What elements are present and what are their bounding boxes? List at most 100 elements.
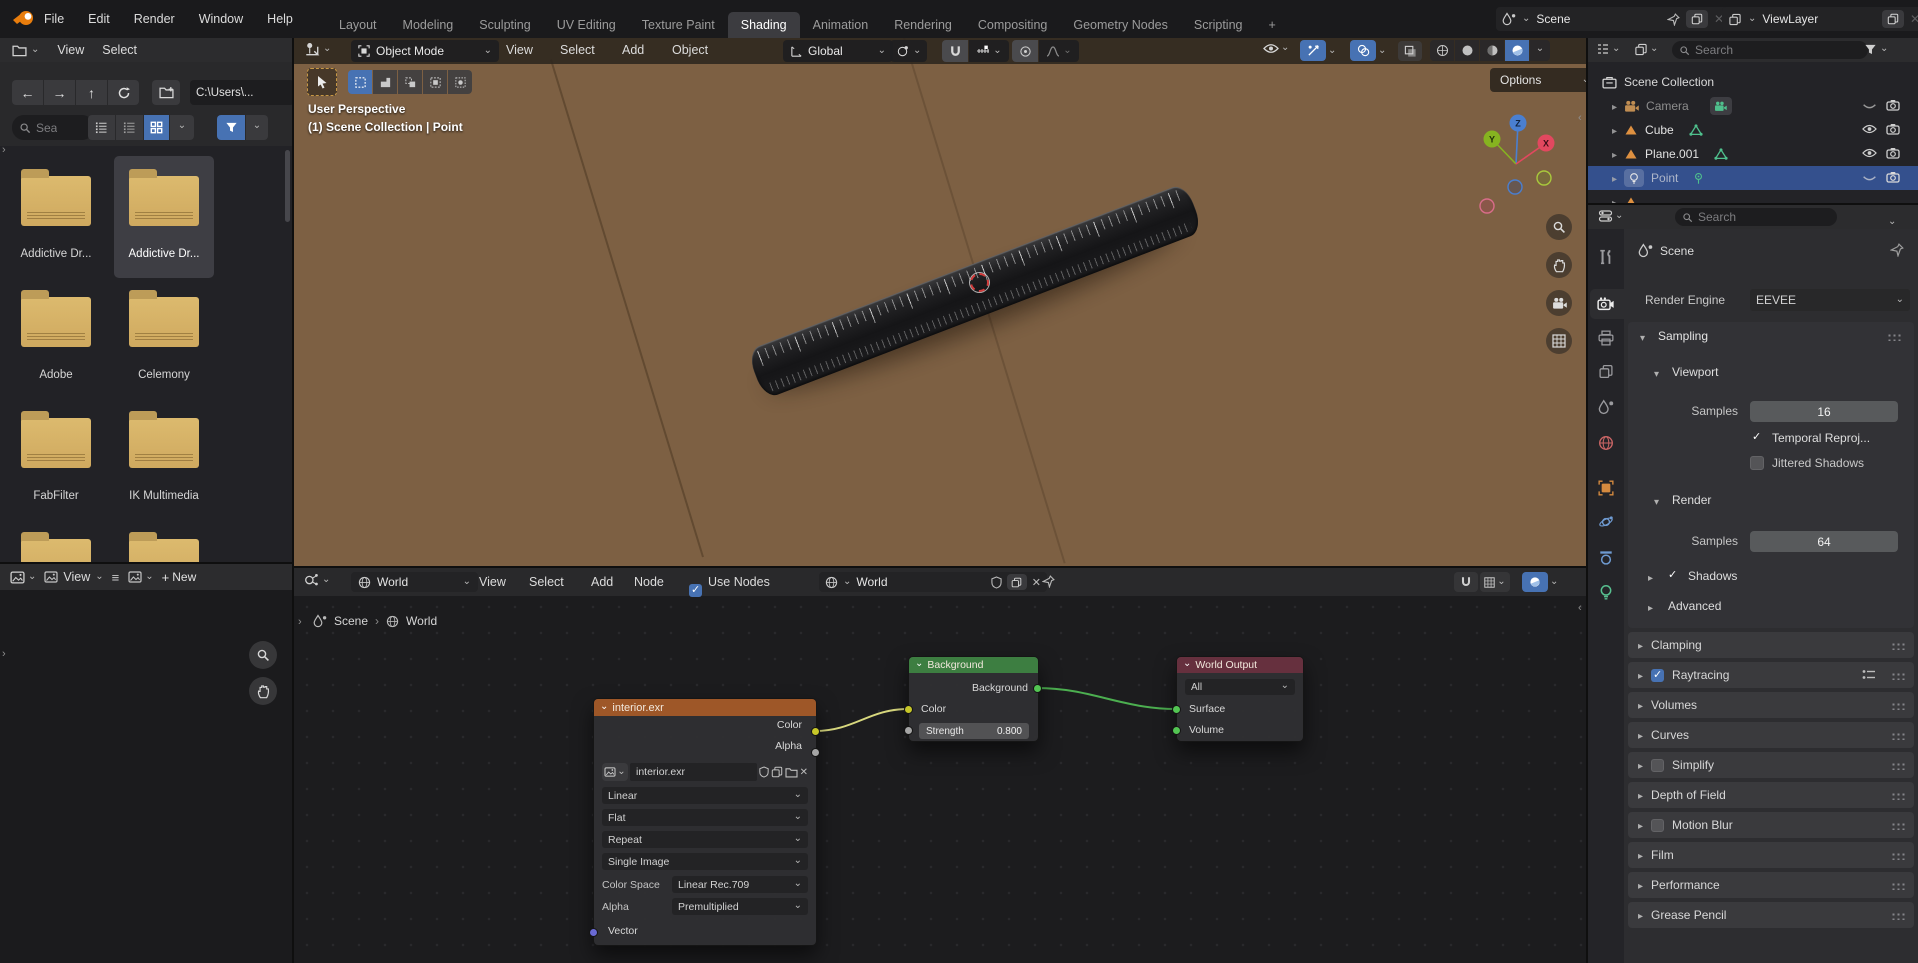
simplify-checkbox[interactable] <box>1651 759 1664 772</box>
panel-curves[interactable]: Curves <box>1628 722 1914 748</box>
node-background[interactable]: Background Background Color Strength 0.8… <box>908 656 1039 742</box>
folder-item[interactable]: FabFilter <box>10 418 102 502</box>
disable-render-icon[interactable] <box>1886 99 1900 111</box>
properties-options-dropdown[interactable] <box>1888 215 1896 229</box>
socket-color-output[interactable] <box>811 727 820 736</box>
panel-film[interactable]: Film <box>1628 842 1914 868</box>
folder-item[interactable]: Adobe <box>10 297 102 381</box>
zoom-in-button[interactable] <box>249 641 277 669</box>
panel-depth-of-field[interactable]: Depth of Field <box>1628 782 1914 808</box>
expand-icon[interactable] <box>1612 99 1617 113</box>
tab-rendering[interactable]: Rendering <box>881 12 965 38</box>
shading-dropdown[interactable] <box>1530 40 1550 61</box>
transform-orientation-selector[interactable]: Global <box>783 40 893 62</box>
viewport-menu-add[interactable]: Add <box>622 43 644 57</box>
collapse-icon[interactable] <box>1654 494 1659 508</box>
file-menu-select[interactable]: Select <box>102 43 137 57</box>
viewport-menu-view[interactable]: View <box>506 43 533 57</box>
image-browse-button[interactable] <box>128 570 153 584</box>
outliner-filter-button[interactable] <box>1864 42 1888 56</box>
new-folder-button[interactable] <box>152 80 180 105</box>
socket-vector-input[interactable] <box>589 928 598 937</box>
select-intersect-button[interactable] <box>448 70 472 94</box>
unlink-icon[interactable]: ✕ <box>800 767 808 778</box>
tab-uv-editing[interactable]: UV Editing <box>544 12 629 38</box>
file-browser-type-button[interactable] <box>12 43 39 57</box>
forward-button[interactable]: → <box>44 80 75 105</box>
tab-scene[interactable] <box>1598 399 1614 415</box>
tab-world[interactable] <box>1598 435 1614 451</box>
viewport-subpanel-title[interactable]: Viewport <box>1672 365 1718 379</box>
hide-viewport-icon[interactable] <box>1862 174 1877 183</box>
falloff-dropdown[interactable] <box>1039 40 1079 62</box>
sampling-title[interactable]: Sampling <box>1658 329 1708 343</box>
panel-simplify[interactable]: Simplify <box>1628 752 1914 778</box>
hide-viewport-icon[interactable] <box>1862 102 1877 111</box>
alpha-mode-dropdown[interactable]: Premultiplied <box>672 898 808 915</box>
panel-motion-blur[interactable]: Motion Blur <box>1628 812 1914 838</box>
expand-icon[interactable] <box>1648 570 1653 584</box>
advanced-label[interactable]: Advanced <box>1668 599 1721 613</box>
fake-user-shield-icon[interactable] <box>759 766 769 778</box>
back-button[interactable]: ← <box>12 80 43 105</box>
filter-toggle-button[interactable] <box>217 115 245 140</box>
outliner-filter-mode-button[interactable] <box>1634 42 1658 56</box>
copy-icon[interactable] <box>771 766 783 778</box>
projection-dropdown[interactable]: Flat <box>602 809 808 826</box>
viewport-camera-view-button[interactable] <box>1546 290 1572 316</box>
viewport-ortho-toggle-button[interactable] <box>1546 328 1572 354</box>
tab-compositing[interactable]: Compositing <box>965 12 1060 38</box>
outliner-row-cube[interactable]: Cube <box>1588 118 1918 142</box>
color-space-dropdown[interactable]: Linear Rec.709 <box>672 876 808 893</box>
tab-texture-paint[interactable]: Texture Paint <box>629 12 728 38</box>
drag-handle[interactable] <box>1886 332 1902 341</box>
menu-file[interactable]: File <box>44 12 64 26</box>
motion-blur-checkbox[interactable] <box>1651 819 1664 832</box>
material-preview-button[interactable] <box>1480 40 1504 61</box>
drag-handle[interactable] <box>1890 641 1906 650</box>
outliner-row-point-selected[interactable]: Point <box>1588 166 1918 190</box>
hamburger-menu-icon[interactable]: ≡ <box>112 570 121 585</box>
properties-search-input[interactable]: Search <box>1675 208 1837 226</box>
tab-render[interactable] <box>1597 297 1615 311</box>
panel-volumes[interactable]: Volumes <box>1628 692 1914 718</box>
viewport-editor-type-button[interactable] <box>304 41 331 57</box>
disable-render-icon[interactable] <box>1886 123 1900 135</box>
pivot-point-selector[interactable] <box>890 40 927 62</box>
socket-volume-input[interactable] <box>1172 726 1181 735</box>
snap-toggle-button[interactable] <box>942 40 968 62</box>
extension-dropdown[interactable]: Repeat <box>602 831 808 848</box>
active-tool-select-box[interactable] <box>307 68 337 96</box>
collapse-node-icon[interactable] <box>1183 659 1191 671</box>
region-collapse-icon[interactable]: ‹ <box>1578 112 1582 124</box>
select-new-button[interactable] <box>348 70 372 94</box>
viewport-samples-field[interactable]: 16 <box>1750 401 1898 422</box>
add-workspace-button[interactable]: + <box>1256 12 1289 38</box>
region-collapse-icon[interactable]: ‹ <box>1578 602 1582 614</box>
image-menu-view[interactable]: View <box>44 570 103 584</box>
image-editor-type-button[interactable] <box>10 570 36 584</box>
pin-icon[interactable] <box>1667 13 1680 26</box>
folder-item[interactable]: IK Multimedia <box>118 418 210 502</box>
file-menu-view[interactable]: View <box>57 43 84 57</box>
render-samples-field[interactable]: 64 <box>1750 531 1898 552</box>
refresh-button[interactable] <box>108 80 139 105</box>
socket-background-output[interactable] <box>1033 684 1042 693</box>
select-invert-button[interactable] <box>423 70 447 94</box>
axis-neg-z-handle[interactable] <box>1508 180 1522 194</box>
drag-handle[interactable] <box>1890 791 1906 800</box>
folder-item[interactable]: Celemony <box>118 297 210 381</box>
source-dropdown[interactable]: Single Image <box>602 853 808 870</box>
socket-strength-input[interactable] <box>904 726 913 735</box>
socket-color-input[interactable] <box>904 705 913 714</box>
tab-scripting[interactable]: Scripting <box>1181 12 1256 38</box>
tab-shading[interactable]: Shading <box>728 12 800 38</box>
solid-shading-button[interactable] <box>1455 40 1479 61</box>
outliner-display-mode-button[interactable] <box>1596 42 1620 56</box>
path-field[interactable]: C:\Users\... <box>190 80 292 105</box>
collapse-icon[interactable] <box>1654 366 1659 380</box>
axis-neg-y-handle[interactable] <box>1537 171 1551 185</box>
drag-handle[interactable] <box>1890 731 1906 740</box>
new-image-button[interactable]: + New <box>162 570 197 585</box>
socket-alpha-output[interactable] <box>811 748 820 757</box>
